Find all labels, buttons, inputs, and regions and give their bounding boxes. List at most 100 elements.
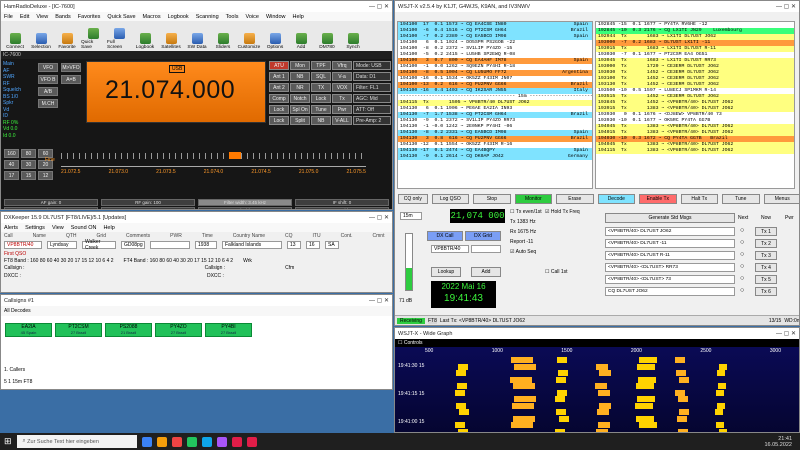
vfo-button-4[interactable]: A/B bbox=[38, 87, 58, 96]
cont-field[interactable]: SA bbox=[325, 241, 339, 249]
vfo-button-2[interactable]: VFO B bbox=[38, 75, 58, 84]
music-icon-2[interactable] bbox=[246, 436, 257, 447]
toolbar-satellites-button[interactable]: Satellites bbox=[159, 23, 183, 50]
window-controls[interactable]: — ▢ ✕ bbox=[369, 214, 389, 221]
toolbar-favorite-button[interactable]: Favorite bbox=[55, 23, 79, 50]
callsign-box-ps2088[interactable]: PS2088 21 Brazil bbox=[105, 323, 152, 337]
toolbar-sliders-button[interactable]: Sliders bbox=[211, 23, 235, 50]
slider-0[interactable]: AF gain: 0 bbox=[4, 199, 98, 206]
comments-field[interactable] bbox=[150, 241, 190, 249]
menu-item-view[interactable]: View bbox=[36, 14, 48, 20]
toolbar-sw-data-button[interactable]: SW Data bbox=[185, 23, 209, 50]
tx-message-3[interactable]: <VP8BTR/40> DL7UST R-11 bbox=[605, 251, 735, 260]
dx-call-input[interactable]: VP8BTR/40 bbox=[431, 245, 469, 253]
dx-grid-input[interactable] bbox=[471, 245, 501, 253]
band-button-160[interactable]: 160 bbox=[4, 149, 19, 158]
tx-button-5[interactable]: Tx 5 bbox=[755, 275, 777, 284]
vfo-button-5[interactable]: M.CH bbox=[38, 99, 58, 108]
toolbar-full-screen-button[interactable]: Full Screen bbox=[107, 23, 131, 50]
next-radio-4[interactable]: ○ bbox=[740, 263, 744, 270]
all-decodes-tab[interactable]: All Decodes bbox=[1, 306, 392, 316]
menu-item-bands[interactable]: Bands bbox=[55, 14, 71, 20]
rig-toggle-notch[interactable]: Notch bbox=[290, 94, 310, 103]
rig-select-right_e[interactable]: ATT: Off bbox=[353, 105, 391, 114]
band-button-15[interactable]: 15 bbox=[21, 171, 36, 180]
tx-message-5[interactable]: <VP8BTR/40> <DL7UST> 73 bbox=[605, 275, 735, 284]
window-controls[interactable]: — ▢ ✕ bbox=[369, 297, 389, 304]
callsign-field[interactable]: VP8BTR/40 bbox=[4, 241, 42, 249]
tx-hz-spinner[interactable]: Tx 1383 Hz bbox=[510, 219, 542, 225]
rig-toggle-ant2[interactable]: Ant 2 bbox=[269, 83, 289, 92]
erase-button[interactable]: Erase bbox=[556, 194, 594, 204]
tx-button-4[interactable]: Tx 4 bbox=[755, 263, 777, 272]
toolbar-quick-save-button[interactable]: Quick Save bbox=[81, 23, 105, 50]
slider-2[interactable]: Filter width: 3.45 kHz bbox=[198, 199, 292, 206]
tuning-scale[interactable] bbox=[61, 151, 366, 167]
band-button-80[interactable]: 80 bbox=[21, 149, 36, 158]
decode-row[interactable]: 194115 Tx 1383 ~ <VP8BTR/40> DL7UST JO62 bbox=[596, 148, 794, 154]
add-button[interactable]: Add bbox=[471, 267, 501, 277]
slider-3[interactable]: IF shift: 0 bbox=[295, 199, 389, 206]
call-1st-checkbox[interactable]: ☐ Call 1st bbox=[545, 269, 568, 275]
rig-toggle-tune[interactable]: Tune bbox=[311, 105, 331, 114]
rig-select-right_d[interactable]: AGC: Mid bbox=[353, 94, 391, 103]
band-select[interactable]: 15m bbox=[400, 212, 422, 220]
menu-item-logbook[interactable]: Logbook bbox=[168, 14, 189, 20]
decode-button[interactable]: Decode bbox=[597, 194, 636, 204]
rig-toggle-pwr[interactable]: Pwr bbox=[332, 105, 352, 114]
next-radio-6[interactable]: ○ bbox=[740, 287, 744, 294]
toolbar-logbook-button[interactable]: Logbook bbox=[133, 23, 157, 50]
chrome-icon[interactable] bbox=[186, 436, 197, 447]
menu-item-view[interactable]: View bbox=[52, 225, 64, 231]
slider-7[interactable]: PBT outside: 50 bbox=[295, 207, 389, 209]
toolbar-customize-button[interactable]: Customize bbox=[237, 23, 261, 50]
toolbar-options-button[interactable]: Options bbox=[263, 23, 287, 50]
window-controls[interactable]: — ▢ ✕ bbox=[776, 3, 796, 10]
rig-toggle-lock[interactable]: Lock bbox=[311, 94, 331, 103]
qth-field[interactable]: Walker Creek bbox=[82, 239, 116, 251]
menu-item-edit[interactable]: Edit bbox=[20, 14, 29, 20]
waterfall[interactable]: 19:41:30 15 19:41:15 15 19:41:00 15 500 1000… bbox=[395, 347, 799, 432]
tuning-marker[interactable] bbox=[229, 152, 241, 159]
cq-only-button[interactable]: CQ only bbox=[398, 194, 428, 204]
rig-toggle-nb[interactable]: NB bbox=[290, 72, 310, 81]
rig-toggle-comp[interactable]: Comp bbox=[269, 94, 289, 103]
menu-item-window[interactable]: Window bbox=[266, 14, 286, 20]
taskbar-search[interactable]: ⌕ Zur Suche Text hier eingeben bbox=[16, 435, 137, 448]
toolbar-dm780-button[interactable]: DM780 bbox=[315, 23, 339, 50]
music-icon[interactable] bbox=[231, 436, 242, 447]
log-qso-button[interactable]: Log QSO bbox=[431, 194, 470, 204]
rig-toggle-split[interactable]: Split bbox=[290, 116, 310, 125]
name-field[interactable]: Lyndsay bbox=[47, 241, 77, 249]
rig-toggle-lock[interactable]: Lock bbox=[269, 105, 289, 114]
tx-even-checkbox[interactable]: ☐ Tx even/1st bbox=[510, 209, 542, 215]
decode-row[interactable]: 194130 -9 0.1 2614 ~ CQ DK0AP JO42 German… bbox=[398, 154, 592, 160]
band-button-12[interactable]: 12 bbox=[38, 171, 53, 180]
itu-field[interactable]: 16 bbox=[306, 241, 320, 249]
explorer-icon[interactable] bbox=[156, 436, 167, 447]
menus-button[interactable]: Menus bbox=[763, 194, 799, 204]
pwr-field[interactable]: 1938 bbox=[195, 241, 217, 249]
band-button-17[interactable]: 17 bbox=[4, 171, 19, 180]
rx-frequency-pane[interactable]: 192845 -15 0.1 1677 ~ PY4TA RV6HE -12 192… bbox=[595, 21, 795, 189]
next-radio-5[interactable]: ○ bbox=[740, 275, 744, 282]
firefox-icon[interactable] bbox=[171, 436, 182, 447]
rig-toggle-vox[interactable]: VOX bbox=[332, 83, 352, 92]
vfo-button-3[interactable]: A=B bbox=[61, 75, 81, 84]
toolbar-add-button[interactable]: Add bbox=[289, 23, 313, 50]
band-button-30[interactable]: 30 bbox=[21, 160, 36, 169]
rig-toggle-ant1[interactable]: Ant 1 bbox=[269, 72, 289, 81]
vfo-button-0[interactable]: VFO bbox=[38, 63, 58, 72]
frequency-display[interactable]: USB 21.074.000 bbox=[86, 61, 266, 123]
next-radio-3[interactable]: ○ bbox=[740, 251, 744, 258]
enable-tx-button[interactable]: Enable Tx bbox=[639, 194, 677, 204]
rig-toggle-lock[interactable]: Lock bbox=[269, 116, 289, 125]
rig-toggle-atu[interactable]: ATU bbox=[269, 61, 289, 70]
tx-message-6[interactable]: CQ DL7UST JO62 bbox=[605, 287, 735, 296]
dx-call-button[interactable]: DX Call bbox=[427, 231, 463, 241]
toolbar-selection-button[interactable]: Selection bbox=[29, 23, 53, 50]
rig-toggle-vfrq[interactable]: Vfrq bbox=[332, 61, 352, 70]
next-radio-2[interactable]: ○ bbox=[740, 239, 744, 246]
menu-item-favorites[interactable]: Favorites bbox=[78, 14, 101, 20]
tx-message-1[interactable]: <VP8BTR/40> DL7UST JO62 bbox=[605, 227, 735, 236]
